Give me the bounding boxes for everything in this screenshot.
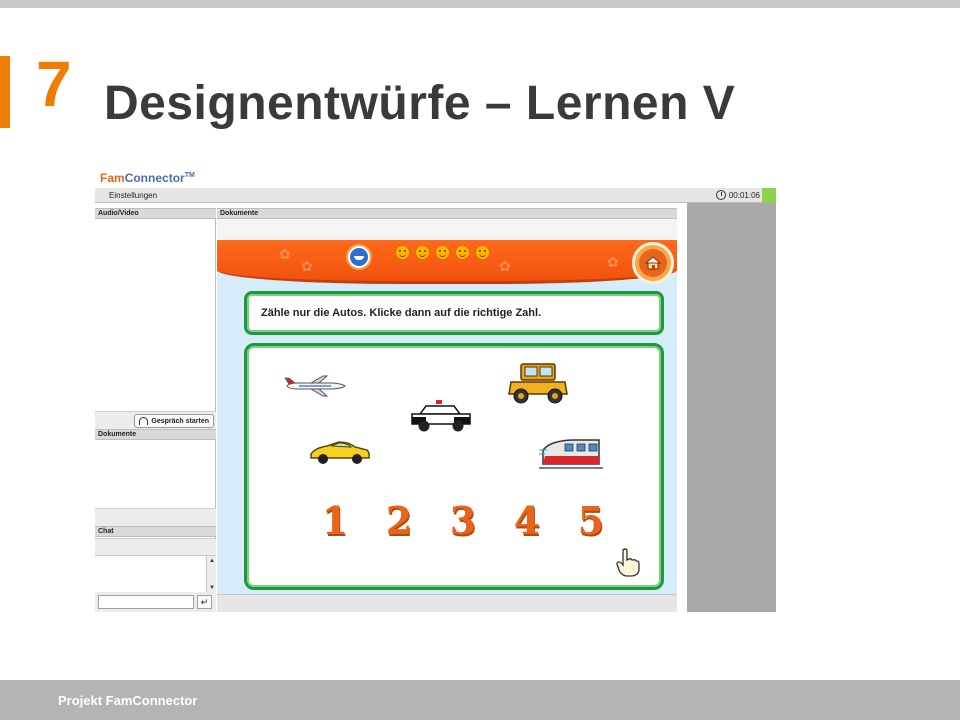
chat-input-bar: ↵ [95,592,216,612]
vintage-car-icon [508,363,568,404]
score-smileys [395,245,490,260]
instruction-text: Zähle nur die Autos. Klicke dann auf die… [261,307,542,319]
answer-number-3[interactable]: 3 [445,498,481,543]
smiley-icon [475,245,490,260]
instruction-box: Zähle nur die Autos. Klicke dann auf die… [244,291,664,335]
slide-title: Designentwürfe – Lernen V [104,77,736,130]
game-banner: ✿ ✿ ✿ ✿ [217,240,677,284]
chat-messages: ▲ ▼ [95,555,216,593]
start-call-label: Gespräch starten [151,417,209,425]
home-button[interactable] [632,242,674,284]
start-call-button[interactable]: Gespräch starten [134,414,214,428]
answer-number-1[interactable]: 1 [317,498,353,543]
smiley-icon [395,245,410,260]
counting-area: 1 2 3 4 5 [244,343,664,590]
menu-bar: Einstellungen 00:01:06 [95,188,776,203]
sports-car-icon [310,441,370,464]
slide-number: 7 [36,48,72,120]
paw-decoration-icon: ✿ [607,254,619,270]
enter-icon: ↵ [200,597,209,607]
chat-header: Chat [95,526,216,537]
chat-toolbar [95,538,216,555]
footer-text: Projekt FamConnector [58,693,198,708]
title-accent-bar [0,56,10,128]
app-screenshot: FamConnectorTM Einstellungen 00:01:06 Au… [95,168,776,612]
learning-game: ✿ ✿ ✿ ✿ Zähle nur die Autos. Klicke dann… [217,240,677,594]
timer-value: 00:01:06 [728,190,760,200]
pointer-hand-icon [616,548,640,577]
session-timer: 00:01:06 [715,190,760,200]
documents-main-header: Dokumente [217,208,677,219]
headset-icon [139,417,149,425]
police-car-icon [411,400,471,432]
famconnector-logo: FamConnectorTM [100,171,195,185]
paw-decoration-icon: ✿ [279,246,291,262]
top-bar [0,0,960,8]
documents-statusbar [217,594,677,612]
right-gray-area [687,203,776,612]
documents-left-toolbar [95,508,216,526]
scroll-down-icon[interactable]: ▼ [208,584,216,592]
menu-item-einstellungen[interactable]: Einstellungen [109,191,157,200]
answer-number-4[interactable]: 4 [509,498,545,543]
clock-icon [715,190,726,200]
answer-numbers: 1 2 3 4 5 [317,498,609,543]
audio-video-header: Audio/Video [95,208,216,219]
mascot-button[interactable] [346,244,372,270]
call-toolbar: Gespräch starten [95,411,216,429]
smiley-icon [455,245,470,260]
chat-scrollbar[interactable]: ▲ ▼ [206,556,216,593]
documents-toolbar [217,220,677,240]
status-indicator [762,188,776,203]
mascot-icon [350,248,368,266]
send-button[interactable]: ↵ [197,595,212,609]
house-icon [645,256,661,270]
paw-decoration-icon: ✿ [301,258,313,274]
smiley-icon [415,245,430,260]
chat-input[interactable] [98,595,194,609]
app-header: FamConnectorTM [95,168,776,188]
airplane-icon [284,375,346,397]
smiley-icon [435,245,450,260]
left-sidebar: Audio/Video Gespräch starten Dokumente C… [95,208,216,612]
answer-number-2[interactable]: 2 [381,498,417,543]
answer-number-5[interactable]: 5 [573,498,609,543]
footer-bar: Projekt FamConnector [0,680,960,720]
train-icon [539,439,603,469]
paw-decoration-icon: ✿ [499,258,511,274]
scroll-up-icon[interactable]: ▲ [208,557,216,565]
documents-left-header: Dokumente [95,429,216,440]
